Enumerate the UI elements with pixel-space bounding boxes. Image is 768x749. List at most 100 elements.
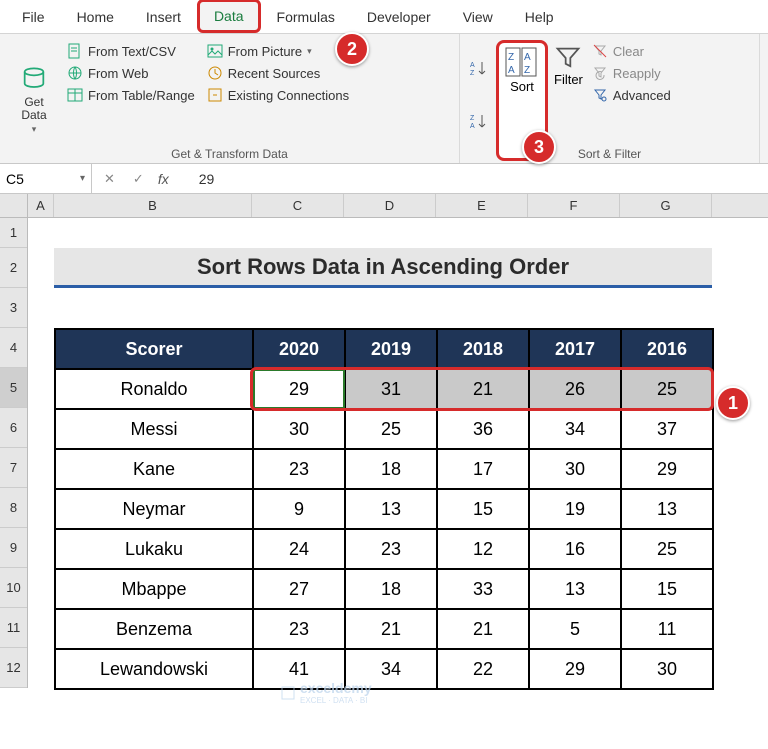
cell-value[interactable]: 17	[437, 449, 529, 489]
row-header-6[interactable]: 6	[0, 408, 27, 448]
reapply-button[interactable]: Reapply	[589, 64, 674, 82]
cell-value[interactable]: 22	[437, 649, 529, 689]
row-header-1[interactable]: 1	[0, 218, 27, 248]
name-box[interactable]: C5 ▾	[0, 164, 92, 193]
col-header-G[interactable]: G	[620, 194, 712, 217]
col-header-A[interactable]: A	[28, 194, 54, 217]
from-web-button[interactable]: From Web	[64, 64, 198, 82]
row-header-9[interactable]: 9	[0, 528, 27, 568]
cell-value[interactable]: 13	[529, 569, 621, 609]
header-2019[interactable]: 2019	[345, 329, 437, 369]
watermark-text: exceldemy	[300, 680, 372, 696]
header-2020[interactable]: 2020	[253, 329, 345, 369]
cell-name[interactable]: Benzema	[55, 609, 253, 649]
cell-value[interactable]: 16	[529, 529, 621, 569]
cell-value[interactable]: 23	[253, 449, 345, 489]
cell-value[interactable]: 29	[621, 449, 713, 489]
existing-connections-button[interactable]: Existing Connections	[204, 86, 352, 104]
cell-name[interactable]: Lukaku	[55, 529, 253, 569]
cell-name[interactable]: Ronaldo	[55, 369, 253, 409]
cell-value[interactable]: 19	[529, 489, 621, 529]
cell-name[interactable]: Kane	[55, 449, 253, 489]
accept-formula-button[interactable]: ✓	[129, 171, 148, 187]
cell-value[interactable]: 25	[621, 369, 713, 409]
cell-value[interactable]: 26	[529, 369, 621, 409]
tab-home[interactable]: Home	[61, 1, 130, 33]
cell-value[interactable]: 21	[437, 369, 529, 409]
cell-value[interactable]: 30	[253, 409, 345, 449]
cell-value[interactable]: 24	[253, 529, 345, 569]
cell-value[interactable]: 13	[621, 489, 713, 529]
from-textcsv-button[interactable]: From Text/CSV	[64, 42, 198, 60]
cell-name[interactable]: Messi	[55, 409, 253, 449]
header-2017[interactable]: 2017	[529, 329, 621, 369]
tab-file[interactable]: File	[6, 1, 61, 33]
cell-value[interactable]: 11	[621, 609, 713, 649]
col-header-E[interactable]: E	[436, 194, 528, 217]
row-header-3[interactable]: 3	[0, 288, 27, 328]
sort-desc-button[interactable]: ZA	[470, 113, 488, 129]
cell-value[interactable]: 34	[529, 409, 621, 449]
cell-value[interactable]: 5	[529, 609, 621, 649]
tab-data[interactable]: Data	[197, 0, 261, 33]
cancel-formula-button[interactable]: ✕	[100, 171, 119, 187]
tab-insert[interactable]: Insert	[130, 1, 197, 33]
tab-formulas[interactable]: Formulas	[261, 1, 351, 33]
clear-filter-button[interactable]: Clear	[589, 42, 674, 60]
cell-value[interactable]: 21	[437, 609, 529, 649]
cell-value[interactable]: 25	[621, 529, 713, 569]
cell-value[interactable]: 9	[253, 489, 345, 529]
globe-icon	[67, 65, 83, 81]
cell-name[interactable]: Mbappe	[55, 569, 253, 609]
cell-value[interactable]: 15	[437, 489, 529, 529]
cell-value[interactable]: 25	[345, 409, 437, 449]
cell-value[interactable]: 12	[437, 529, 529, 569]
row-header-4[interactable]: 4	[0, 328, 27, 368]
formula-value[interactable]: 29	[179, 171, 215, 187]
cell-value[interactable]: 36	[437, 409, 529, 449]
filter-button[interactable]: Filter	[554, 40, 583, 161]
from-table-button[interactable]: From Table/Range	[64, 86, 198, 104]
row-header-8[interactable]: 8	[0, 488, 27, 528]
col-header-F[interactable]: F	[528, 194, 620, 217]
fx-icon[interactable]: fx	[158, 171, 169, 187]
select-all-triangle[interactable]	[0, 194, 28, 217]
cell-value[interactable]: 33	[437, 569, 529, 609]
row-header-5[interactable]: 5	[0, 368, 27, 408]
advanced-button[interactable]: Advanced	[589, 86, 674, 104]
cell-value[interactable]: 23	[253, 609, 345, 649]
row-header-10[interactable]: 10	[0, 568, 27, 608]
recent-sources-button[interactable]: Recent Sources	[204, 64, 352, 82]
cell-value[interactable]: 37	[621, 409, 713, 449]
cell-name[interactable]: Lewandowski	[55, 649, 253, 689]
col-header-B[interactable]: B	[54, 194, 252, 217]
cell-value[interactable]: 18	[345, 449, 437, 489]
cell-value[interactable]: 18	[345, 569, 437, 609]
col-header-D[interactable]: D	[344, 194, 436, 217]
cell-value[interactable]: 29	[253, 369, 345, 409]
header-2018[interactable]: 2018	[437, 329, 529, 369]
get-data-button[interactable]: Get Data ▾	[10, 40, 58, 161]
tab-help[interactable]: Help	[509, 1, 570, 33]
row-header-12[interactable]: 12	[0, 648, 27, 688]
from-picture-button[interactable]: From Picture ▾	[204, 42, 352, 60]
cell-name[interactable]: Neymar	[55, 489, 253, 529]
header-scorer[interactable]: Scorer	[55, 329, 253, 369]
cell-value[interactable]: 27	[253, 569, 345, 609]
col-header-C[interactable]: C	[252, 194, 344, 217]
cell-value[interactable]: 21	[345, 609, 437, 649]
cell-value[interactable]: 15	[621, 569, 713, 609]
row-header-7[interactable]: 7	[0, 448, 27, 488]
cell-value[interactable]: 23	[345, 529, 437, 569]
sort-asc-button[interactable]: AZ	[470, 60, 488, 76]
header-2016[interactable]: 2016	[621, 329, 713, 369]
cell-value[interactable]: 30	[621, 649, 713, 689]
row-header-11[interactable]: 11	[0, 608, 27, 648]
tab-developer[interactable]: Developer	[351, 1, 447, 33]
cell-value[interactable]: 30	[529, 449, 621, 489]
cell-value[interactable]: 13	[345, 489, 437, 529]
cell-value[interactable]: 29	[529, 649, 621, 689]
cell-value[interactable]: 31	[345, 369, 437, 409]
row-header-2[interactable]: 2	[0, 248, 27, 288]
tab-view[interactable]: View	[447, 1, 509, 33]
